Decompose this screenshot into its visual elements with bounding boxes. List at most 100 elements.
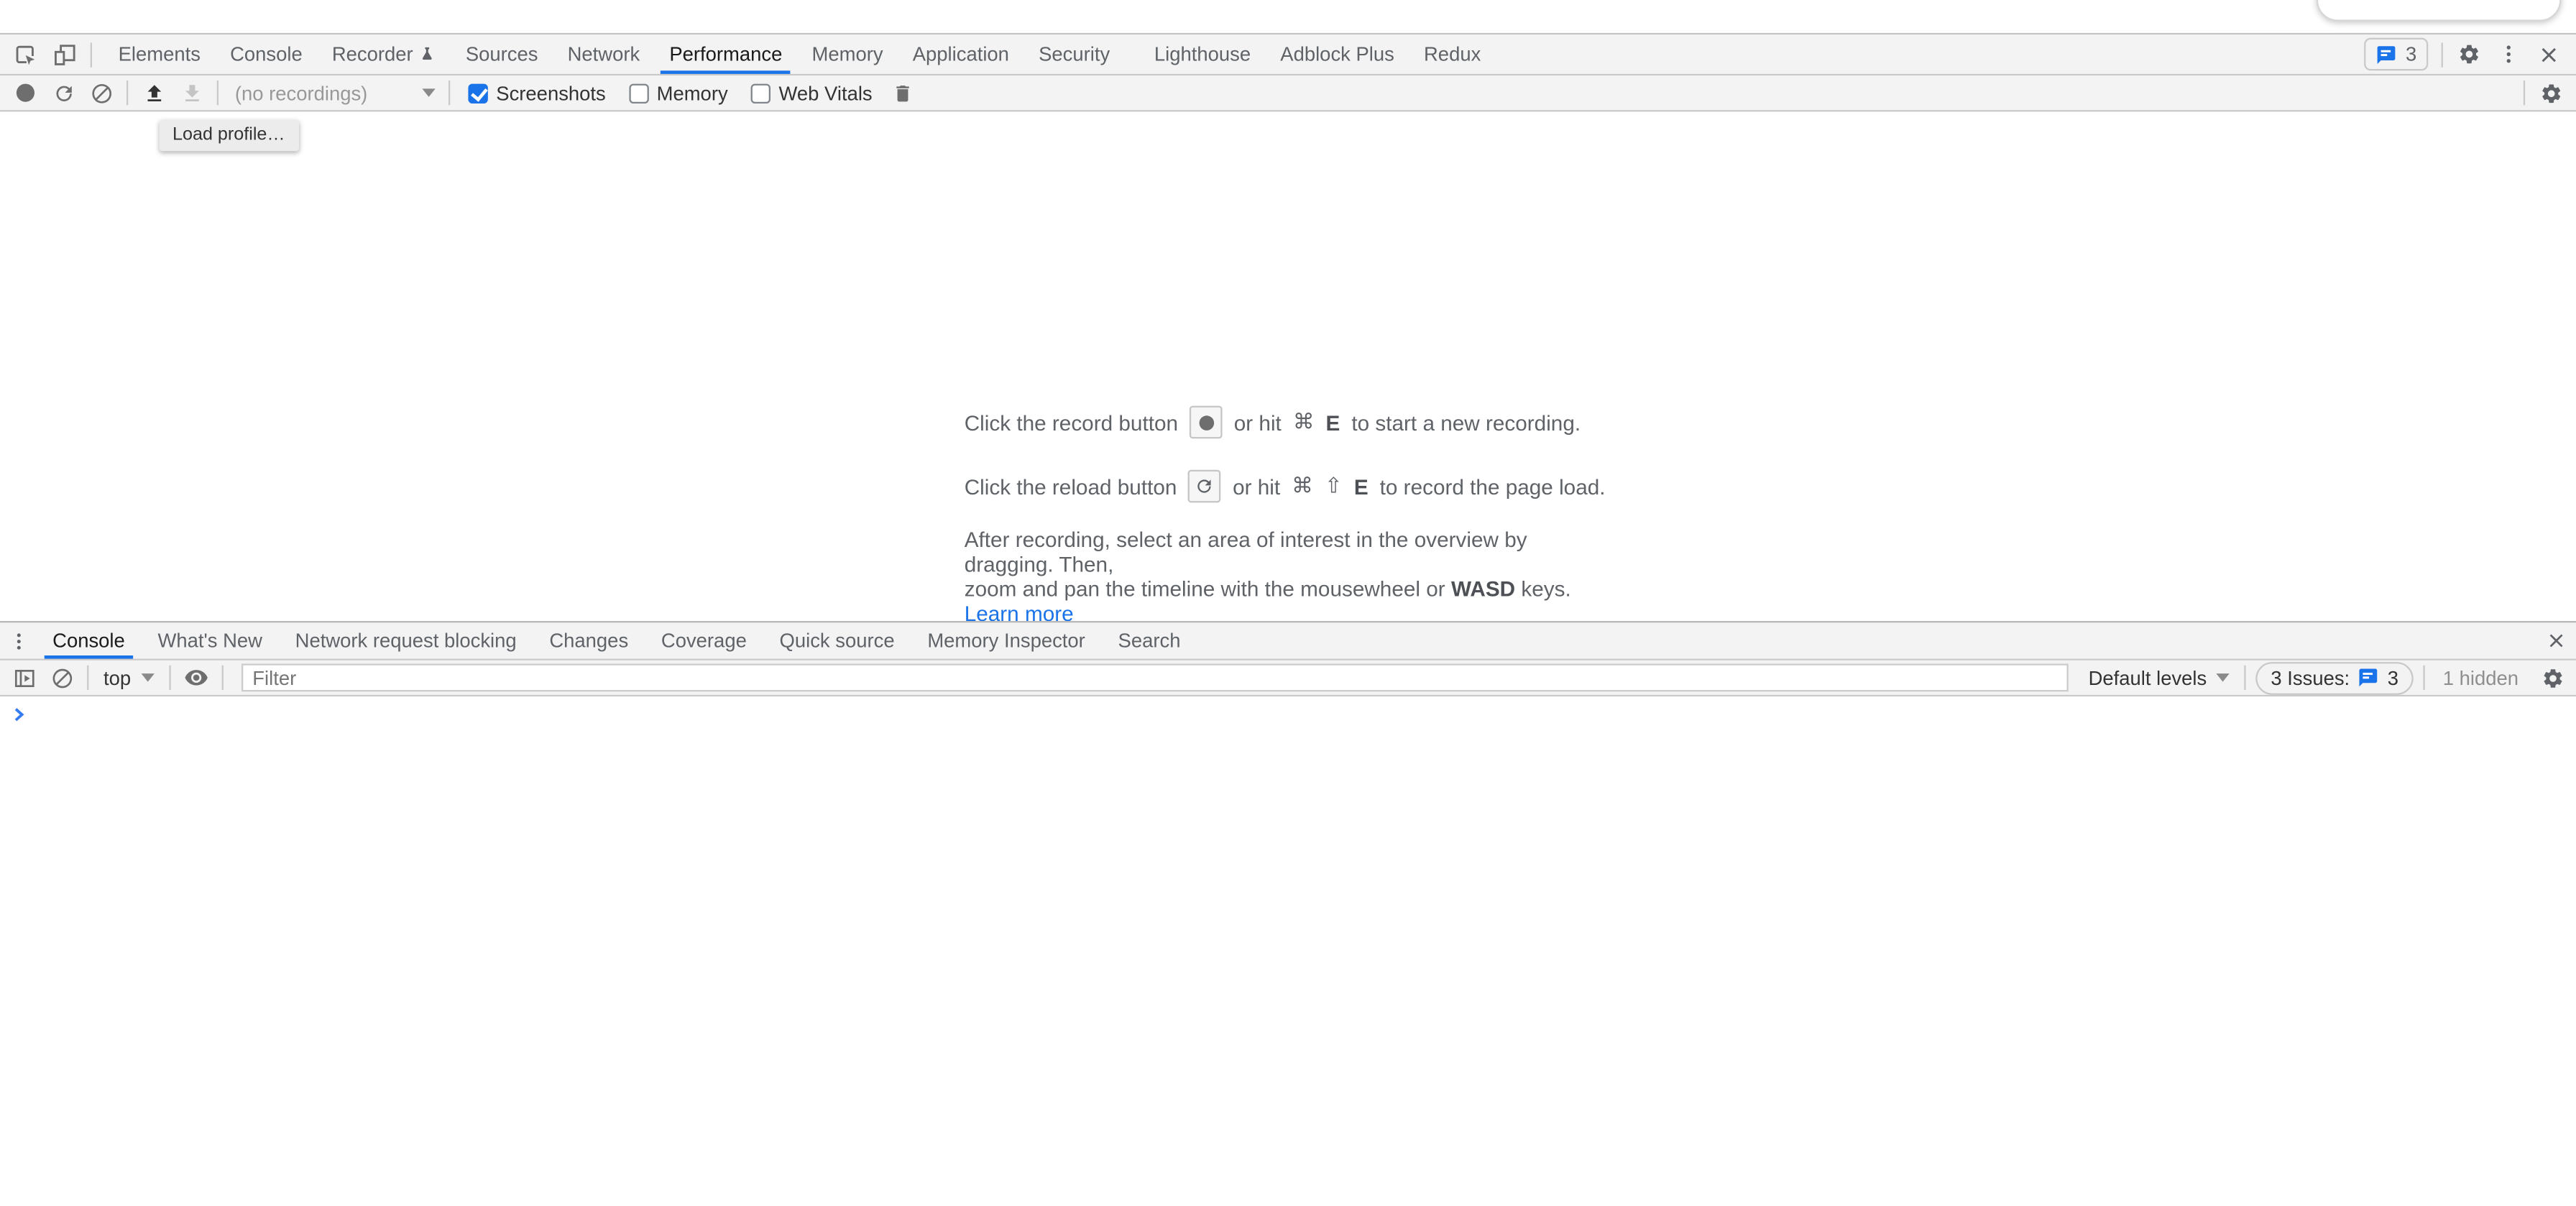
show-console-sidebar-button[interactable] bbox=[5, 660, 43, 695]
hidden-messages-count: 1 hidden bbox=[2443, 666, 2518, 689]
drawer-tab-changes[interactable]: Changes bbox=[533, 622, 645, 658]
floating-pill bbox=[2317, 0, 2562, 22]
hint-text: keys. bbox=[1521, 576, 1570, 601]
create-live-expression-button[interactable] bbox=[177, 660, 215, 695]
record-button[interactable] bbox=[6, 75, 45, 110]
recordings-select-value: (no recordings) bbox=[235, 81, 367, 104]
tab-adblock-plus[interactable]: Adblock Plus bbox=[1266, 34, 1409, 74]
checkbox-unchecked-icon bbox=[629, 83, 648, 102]
tab-performance[interactable]: Performance bbox=[655, 34, 797, 74]
drawer-tab-coverage[interactable]: Coverage bbox=[645, 622, 763, 658]
tab-console[interactable]: Console bbox=[216, 34, 318, 74]
drawer-tab-quick-source[interactable]: Quick source bbox=[763, 622, 911, 658]
load-profile-tooltip: Load profile… bbox=[160, 120, 298, 151]
tab-elements[interactable]: Elements bbox=[104, 34, 216, 74]
learn-more-link[interactable]: Learn more bbox=[965, 602, 1074, 621]
tab-lighthouse[interactable]: Lighthouse bbox=[1139, 34, 1265, 74]
memory-checkbox[interactable]: Memory bbox=[629, 81, 728, 104]
web-vitals-checkbox[interactable]: Web Vitals bbox=[751, 81, 873, 104]
empty-state-instructions: Click the record button or hit ⌘ E to st… bbox=[965, 402, 1612, 621]
overview-hint-paragraph: After recording, select an area of inter… bbox=[965, 528, 1612, 621]
recordings-select[interactable]: (no recordings) bbox=[225, 81, 442, 104]
instruction-text: or hit bbox=[1234, 410, 1282, 434]
screenshots-checkbox[interactable]: Screenshots bbox=[468, 81, 605, 104]
issues-label: 3 Issues: bbox=[2271, 666, 2350, 689]
tab-redux[interactable]: Redux bbox=[1409, 34, 1495, 74]
clear-button[interactable] bbox=[82, 75, 120, 110]
kebab-menu-icon bbox=[7, 630, 29, 652]
clear-console-button[interactable] bbox=[42, 660, 80, 695]
console-messages-area[interactable] bbox=[0, 696, 2576, 1206]
issues-bubble-icon bbox=[2358, 667, 2380, 689]
checkbox-label: Web Vitals bbox=[779, 81, 873, 104]
save-profile-button[interactable] bbox=[172, 75, 211, 110]
cmd-key-glyph: ⌘ bbox=[1293, 409, 1315, 436]
tab-network[interactable]: Network bbox=[553, 34, 655, 74]
tab-label: Network bbox=[568, 42, 640, 65]
checkbox-checked-icon bbox=[468, 83, 487, 102]
tab-label: Search bbox=[1118, 629, 1181, 652]
tab-label: Lighthouse bbox=[1154, 42, 1251, 65]
gear-icon bbox=[2457, 42, 2480, 65]
inline-record-button[interactable] bbox=[1190, 406, 1223, 439]
panel-toggle-icon bbox=[12, 666, 35, 689]
download-icon bbox=[180, 81, 203, 104]
drawer-tab-console[interactable]: Console bbox=[36, 622, 141, 658]
console-filter-input[interactable] bbox=[241, 663, 2069, 691]
record-icon bbox=[17, 84, 34, 102]
close-drawer-button[interactable] bbox=[2536, 622, 2576, 658]
divider bbox=[2524, 80, 2525, 105]
tab-label: Memory bbox=[812, 42, 883, 65]
divider bbox=[126, 80, 128, 105]
load-profile-button[interactable] bbox=[134, 75, 172, 110]
drawer-tab-network-request-blocking[interactable]: Network request blocking bbox=[279, 622, 533, 658]
delete-recording-button[interactable] bbox=[884, 75, 922, 110]
devtools-tabs: Elements Console Recorder Sources Networ… bbox=[104, 34, 1496, 74]
console-prompt-chevron-icon bbox=[12, 706, 27, 723]
issues-counter-button[interactable]: 3 bbox=[2365, 38, 2428, 71]
caret-down-icon bbox=[141, 673, 154, 681]
shift-key-glyph: ⇧ bbox=[1325, 473, 1343, 500]
tab-label: Coverage bbox=[661, 629, 747, 652]
hint-text: zoom and pan the timeline with the mouse… bbox=[965, 576, 1445, 601]
drawer-tab-whats-new[interactable]: What's New bbox=[142, 622, 279, 658]
device-toolbar-button[interactable] bbox=[45, 34, 84, 74]
close-icon bbox=[2547, 631, 2566, 650]
instruction-text: to start a new recording. bbox=[1351, 410, 1581, 434]
inspect-element-button[interactable] bbox=[5, 34, 45, 74]
devtools-tabbar: Elements Console Recorder Sources Networ… bbox=[0, 33, 2576, 75]
tab-sources[interactable]: Sources bbox=[451, 34, 553, 74]
drawer-menu-button[interactable] bbox=[0, 622, 36, 658]
settings-button[interactable] bbox=[2450, 34, 2489, 74]
instruction-text: or hit bbox=[1233, 474, 1280, 498]
tab-security[interactable]: Security bbox=[1024, 34, 1125, 74]
tab-recorder[interactable]: Recorder bbox=[317, 34, 451, 74]
flask-icon bbox=[420, 45, 436, 64]
tab-application[interactable]: Application bbox=[898, 34, 1024, 74]
log-levels-select[interactable]: Default levels bbox=[2080, 666, 2238, 689]
reload-icon bbox=[1195, 477, 1215, 496]
issues-counter-button[interactable]: 3 Issues: 3 bbox=[2256, 661, 2414, 694]
drawer-tabbar: Console What's New Network request block… bbox=[0, 621, 2576, 660]
tab-label: Security bbox=[1039, 42, 1110, 65]
tab-memory[interactable]: Memory bbox=[797, 34, 898, 74]
console-settings-button[interactable] bbox=[2534, 660, 2572, 695]
capture-settings-button[interactable] bbox=[2531, 75, 2570, 110]
inline-reload-button[interactable] bbox=[1188, 470, 1221, 503]
tabbar-left-tools bbox=[0, 34, 104, 74]
page-top-strip bbox=[0, 0, 2576, 33]
shortcut-key: E bbox=[1354, 474, 1368, 498]
javascript-context-select[interactable]: top bbox=[96, 666, 162, 689]
reload-icon bbox=[52, 81, 75, 104]
divider bbox=[91, 42, 92, 66]
checkbox-label: Memory bbox=[657, 81, 728, 104]
record-and-reload-button[interactable] bbox=[45, 75, 83, 110]
drawer-tab-memory-inspector[interactable]: Memory Inspector bbox=[911, 622, 1101, 658]
tab-label: Redux bbox=[1424, 42, 1481, 65]
drawer-tab-search[interactable]: Search bbox=[1102, 622, 1197, 658]
instruction-text: Click the reload button bbox=[965, 474, 1177, 498]
issues-count: 3 bbox=[2388, 666, 2398, 689]
close-devtools-button[interactable] bbox=[2529, 34, 2568, 74]
kebab-menu-icon bbox=[2497, 42, 2520, 65]
more-options-button[interactable] bbox=[2489, 34, 2529, 74]
